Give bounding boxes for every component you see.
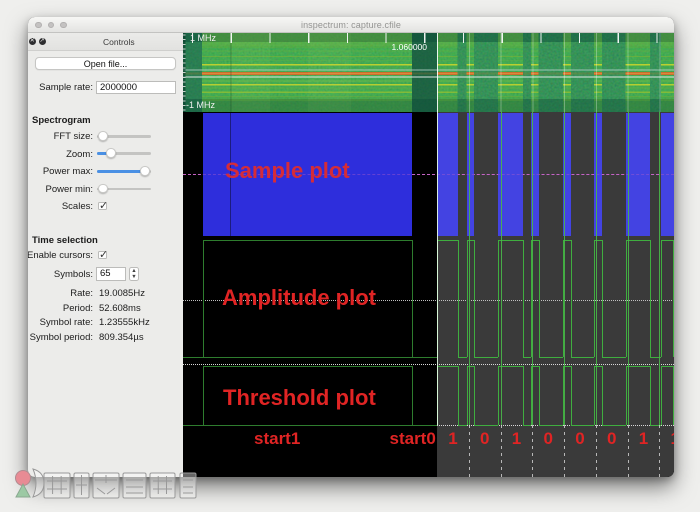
svg-text:1 MHz: 1 MHz (190, 33, 217, 43)
svg-text:-1 MHz: -1 MHz (186, 100, 215, 110)
svg-text:1.060000: 1.060000 (392, 42, 428, 52)
